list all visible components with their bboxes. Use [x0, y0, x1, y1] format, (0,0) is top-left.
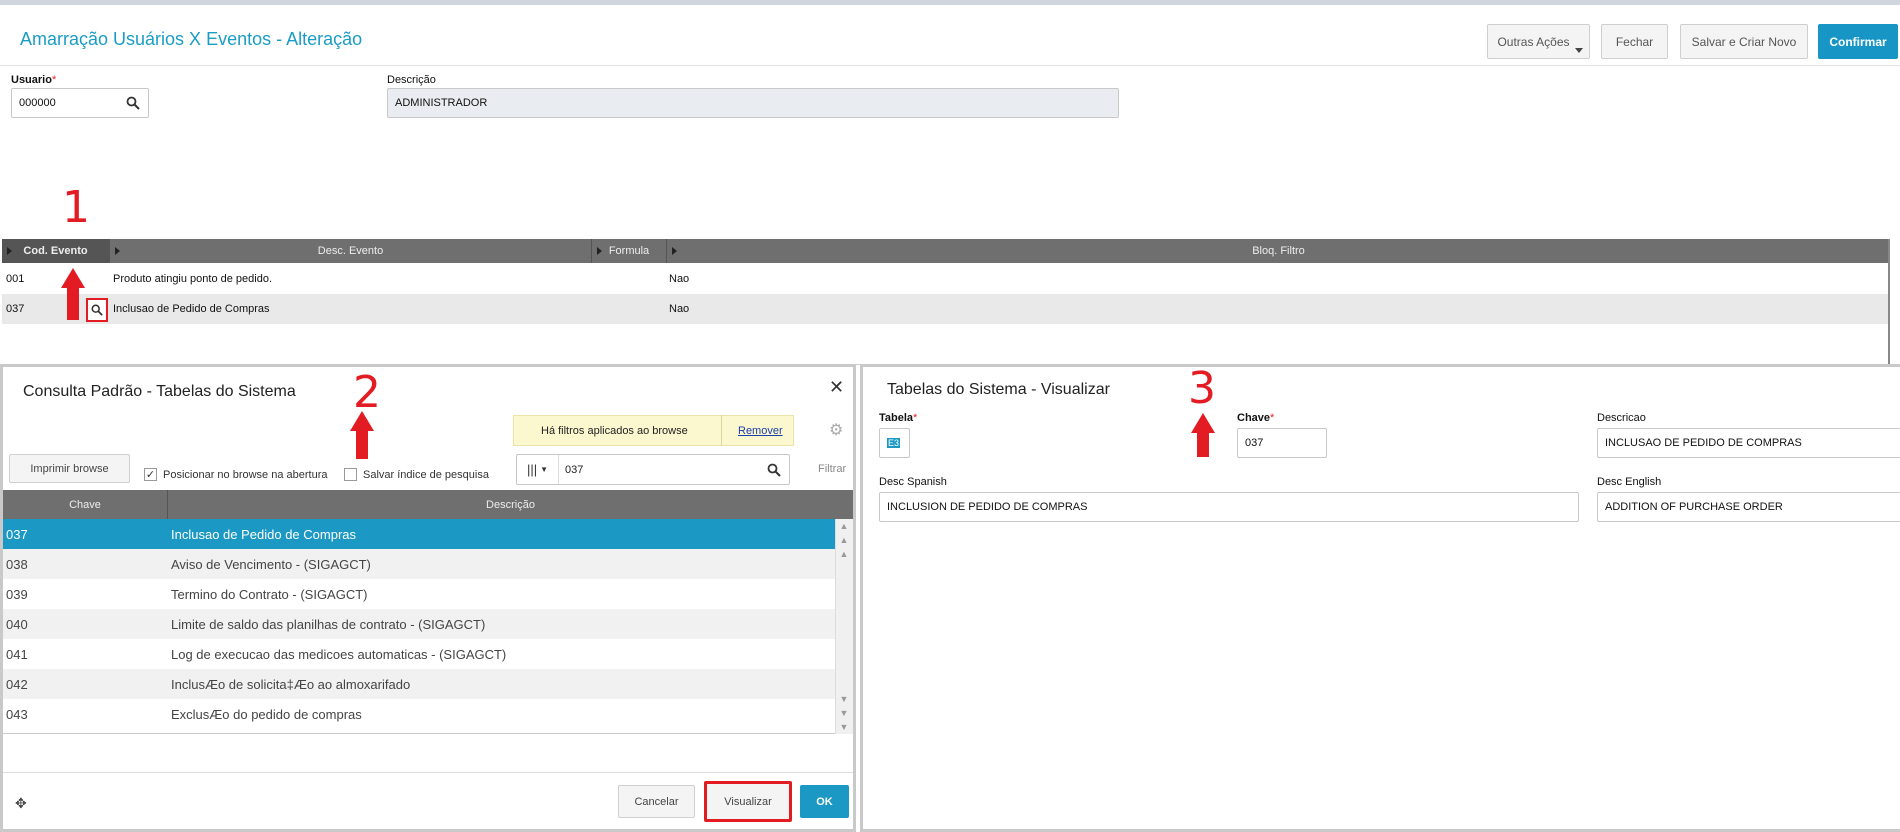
- scroll-track[interactable]: [836, 561, 853, 692]
- panel-title: Tabelas do Sistema - Visualizar: [887, 381, 1110, 398]
- cell-cod: 037: [6, 303, 25, 315]
- annotation-arrow-1: [61, 268, 85, 320]
- sort-arrow-icon: [7, 247, 12, 255]
- columns-selector-icon[interactable]: ||| ▼: [517, 455, 559, 484]
- descricao-field: ADMINISTRADOR: [387, 88, 1119, 118]
- scroll-up-icon[interactable]: ▲: [836, 547, 852, 561]
- table-row[interactable]: 037 Inclusao de Pedido de Compras Nao: [2, 294, 1890, 324]
- descricao-label: Descrição: [387, 74, 436, 86]
- consulta-padrao-dialog: Consulta Padrão - Tabelas do Sistema ✕ 2…: [0, 364, 856, 832]
- salvar-indice-checkbox[interactable]: Salvar índice de pesquisa: [344, 468, 489, 481]
- search-icon[interactable]: [767, 463, 781, 477]
- posicionar-checkbox[interactable]: ✓ Posicionar no browse na abertura: [144, 468, 327, 481]
- table-row[interactable]: 039 Termino do Contrato - (SIGAGCT): [3, 579, 835, 609]
- annotation-arrow-2: [350, 411, 374, 459]
- ok-button[interactable]: OK: [800, 785, 849, 818]
- cell-cod: 001: [6, 273, 25, 285]
- salvar-criar-novo-button[interactable]: Salvar e Criar Novo: [1680, 24, 1808, 59]
- descricao-label: Descricao: [1597, 412, 1646, 424]
- col-cod-evento[interactable]: Cod. Evento: [2, 239, 110, 263]
- sort-arrow-icon: [597, 247, 602, 255]
- cell-bloq: Nao: [669, 273, 690, 285]
- cod-evento-lookup-button[interactable]: [86, 298, 108, 322]
- desc-english-field[interactable]: ADDITION OF PURCHASE ORDER: [1597, 492, 1900, 522]
- grid-border: [1888, 239, 1890, 364]
- annotation-number-1: 1: [62, 182, 90, 233]
- scroll-top-icon[interactable]: ▲: [836, 519, 852, 533]
- tabelas-visualizar-panel: Tabelas do Sistema - Visualizar 3 Tabela…: [860, 363, 1900, 832]
- scroll-page-up-icon[interactable]: ▲: [836, 533, 852, 547]
- tabela-field[interactable]: E3: [879, 428, 910, 458]
- remover-link[interactable]: Remover: [721, 415, 783, 446]
- fechar-button[interactable]: Fechar: [1601, 24, 1668, 59]
- chevron-down-icon: [1575, 48, 1583, 53]
- scroll-page-down-icon[interactable]: ▼: [836, 706, 852, 720]
- imprimir-browse-button[interactable]: Imprimir browse: [9, 454, 130, 483]
- col-chave[interactable]: Chave: [3, 490, 168, 519]
- search-icon: [91, 304, 103, 316]
- dialog-footer: ✥ Cancelar Visualizar OK: [3, 772, 853, 829]
- table-row[interactable]: 037 Inclusao de Pedido de Compras: [3, 519, 835, 549]
- desc-spanish-label: Desc Spanish: [879, 476, 947, 488]
- confirmar-button[interactable]: Confirmar: [1818, 24, 1898, 59]
- col-desc-evento[interactable]: Desc. Evento: [110, 239, 592, 263]
- lookup-table: Chave Descrição 037 Inclusao de Pedido de…: [3, 490, 853, 734]
- col-bloq-filtro[interactable]: Bloq. Filtro: [667, 239, 1890, 263]
- dialog-title: Consulta Padrão - Tabelas do Sistema: [23, 383, 296, 400]
- usuario-label: Usuario*: [11, 74, 57, 86]
- events-grid-header: Cod. Evento Desc. Evento Formula Bloq. F…: [2, 239, 1890, 263]
- table-row[interactable]: 001 Produto atingiu ponto de pedido. Nao: [2, 264, 1890, 294]
- search-bar[interactable]: ||| ▼ 037: [516, 454, 790, 485]
- checkbox-unchecked-icon: [344, 468, 357, 481]
- tabela-value: E3: [887, 438, 901, 448]
- scroll-bottom-icon[interactable]: ▼: [836, 720, 852, 734]
- chave-label: Chave*: [1237, 412, 1275, 424]
- gear-icon[interactable]: ⚙: [829, 420, 843, 440]
- cell-desc: Inclusao de Pedido de Compras: [113, 303, 270, 315]
- close-icon[interactable]: ✕: [829, 377, 844, 398]
- outras-acoes-label: Outras Ações: [1497, 34, 1570, 49]
- lookup-table-header: Chave Descrição: [3, 490, 853, 519]
- col-descricao[interactable]: Descrição: [168, 490, 853, 519]
- scrollbar[interactable]: ▲ ▲ ▲ ▼ ▼ ▼: [835, 519, 853, 734]
- chave-field[interactable]: 037: [1237, 428, 1327, 458]
- sort-arrow-icon: [115, 247, 120, 255]
- table-row[interactable]: 041 Log de execucao das medicoes automati…: [3, 639, 835, 669]
- annotation-number-3: 3: [1188, 363, 1216, 414]
- table-row[interactable]: 042 InclusÆo de solicita‡Æo ao almoxarifa…: [3, 669, 835, 699]
- page-title: Amarração Usuários X Eventos - Alteração: [20, 29, 363, 49]
- usuario-field[interactable]: 000000: [11, 88, 149, 118]
- descricao-field[interactable]: INCLUSAO DE PEDIDO DE COMPRAS: [1597, 428, 1900, 458]
- lookup-rows: 037 Inclusao de Pedido de Compras 038 Avis…: [3, 519, 835, 729]
- search-icon[interactable]: [126, 96, 140, 110]
- tabela-label: Tabela*: [879, 412, 918, 424]
- sort-arrow-icon: [672, 247, 677, 255]
- table-row[interactable]: 038 Aviso de Vencimento - (SIGAGCT): [3, 549, 835, 579]
- usuario-value: 000000: [19, 97, 56, 109]
- desc-spanish-field[interactable]: INCLUSION DE PEDIDO DE COMPRAS: [879, 492, 1579, 522]
- filter-notice-text: Há filtros aplicados ao browse: [541, 424, 688, 437]
- annotation-arrow-3: [1191, 413, 1215, 457]
- outras-acoes-button[interactable]: Outras Ações: [1487, 24, 1590, 59]
- filtrar-link[interactable]: Filtrar: [818, 463, 846, 475]
- cell-bloq: Nao: [669, 303, 690, 315]
- desc-english-label: Desc English: [1597, 476, 1662, 488]
- cell-desc: Produto atingiu ponto de pedido.: [113, 273, 273, 285]
- table-row[interactable]: 043 ExclusÆo do pedido de compras: [3, 699, 835, 729]
- checkbox-checked-icon: ✓: [144, 468, 157, 481]
- table-row[interactable]: 040 Limite de saldo das planilhas de cont…: [3, 609, 835, 639]
- search-input[interactable]: 037: [565, 464, 583, 476]
- move-icon[interactable]: ✥: [15, 795, 27, 812]
- filter-notice: Há filtros aplicados ao browse Remover: [513, 415, 794, 446]
- scroll-down-icon[interactable]: ▼: [836, 692, 852, 706]
- cancelar-button[interactable]: Cancelar: [618, 785, 695, 818]
- visualizar-button[interactable]: Visualizar: [704, 781, 792, 822]
- page-header: Amarração Usuários X Eventos - Alteração…: [0, 5, 1900, 66]
- col-formula[interactable]: Formula: [592, 239, 667, 263]
